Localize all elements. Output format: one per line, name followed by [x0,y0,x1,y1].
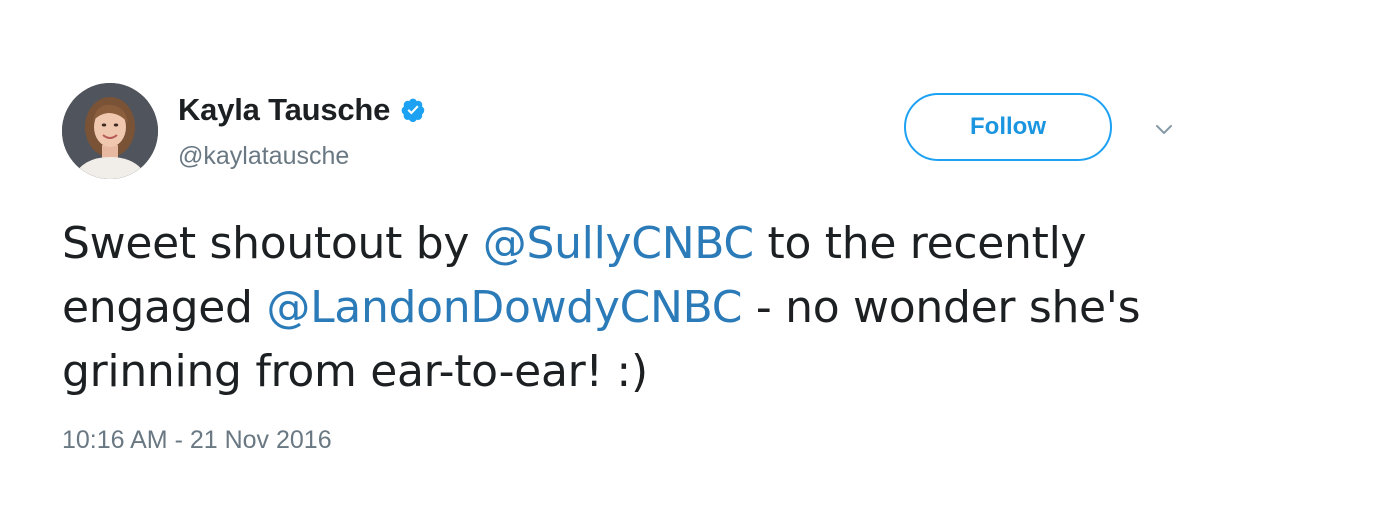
tweet-text: Sweet shoutout by @SullyCNBC to the rece… [62,212,1262,404]
mention-link[interactable]: @LandonDowdyCNBC [266,282,742,333]
avatar-image [62,83,158,179]
author-display-name[interactable]: Kayla Tausche [178,92,390,128]
author-handle[interactable]: @kaylatausche [178,142,349,171]
tweet-timestamp[interactable]: 10:16 AM - 21 Nov 2016 [62,426,332,455]
tweet-text-segment: Sweet shoutout by [62,218,483,269]
avatar[interactable] [62,83,158,179]
author-name-row: Kayla Tausche [178,92,426,128]
mention-link[interactable]: @SullyCNBC [483,218,754,269]
verified-badge-icon [400,97,426,123]
follow-button[interactable]: Follow [904,93,1112,161]
tweet-card: Kayla Tausche @kaylatausche Follow Sweet… [0,0,1386,520]
chevron-down-icon[interactable] [1152,118,1176,142]
